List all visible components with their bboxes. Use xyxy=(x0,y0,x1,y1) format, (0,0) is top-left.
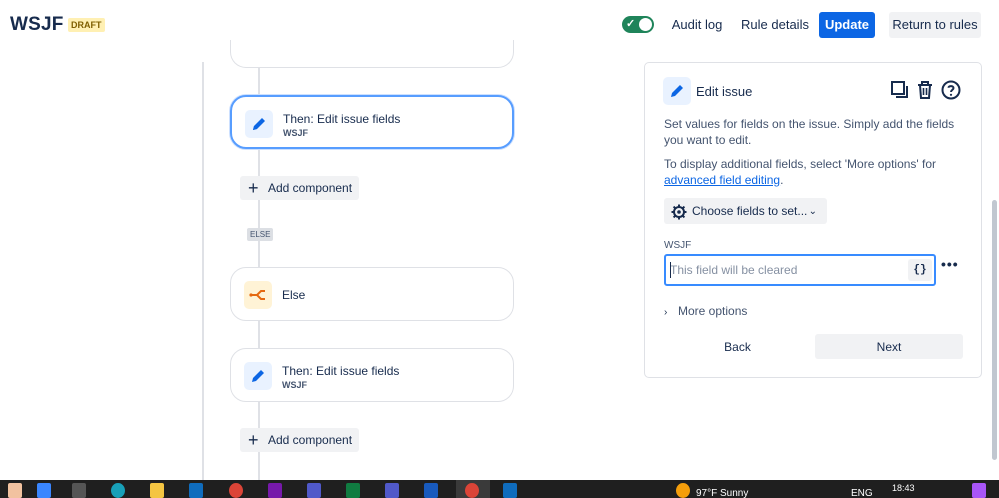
rule-title: WSJF xyxy=(10,14,64,35)
onenote-icon[interactable] xyxy=(268,483,282,498)
smart-value-button[interactable]: {} xyxy=(908,259,932,281)
component-card-edit-issue[interactable]: Then: Edit issue fields WSJF xyxy=(230,348,514,402)
card-title: Then: Edit issue fields xyxy=(282,364,400,378)
pencil-icon xyxy=(663,77,691,105)
excel-icon[interactable] xyxy=(346,483,360,498)
connector-line xyxy=(258,402,260,428)
outlook-icon[interactable] xyxy=(189,483,203,498)
task-view-icon[interactable] xyxy=(72,483,86,498)
add-component-label: Add component xyxy=(268,433,353,447)
outlook-icon[interactable] xyxy=(503,483,517,498)
teams-icon[interactable] xyxy=(385,483,399,498)
connector-line xyxy=(258,452,260,480)
card-subtitle: WSJF xyxy=(283,128,309,138)
check-icon: ✓ xyxy=(626,18,636,30)
gear-icon xyxy=(671,203,687,220)
update-button[interactable]: Update xyxy=(819,12,875,38)
widgets-icon[interactable] xyxy=(8,483,22,498)
language-indicator[interactable]: ENG xyxy=(851,488,873,498)
advanced-field-editing-link[interactable]: advanced field editing xyxy=(664,173,780,187)
field-label-wsjf: WSJF xyxy=(664,240,692,251)
text-cursor xyxy=(670,262,671,278)
next-button[interactable]: Next xyxy=(815,334,963,359)
chevron-down-icon: ⌄ xyxy=(808,206,817,217)
additional-info-suffix: . xyxy=(780,173,784,187)
weather-text: 97°F Sunny xyxy=(696,488,749,498)
draft-badge: DRAFT xyxy=(68,18,105,32)
start-icon[interactable] xyxy=(37,483,51,498)
more-options-label: More options xyxy=(678,304,748,318)
add-component-button[interactable]: + Add component xyxy=(240,428,359,452)
choose-fields-label: Choose fields to set... xyxy=(692,204,808,218)
teams-icon[interactable] xyxy=(307,483,321,498)
rule-enabled-toggle[interactable]: ✓ xyxy=(622,16,654,33)
pencil-icon xyxy=(245,110,273,138)
file-explorer-icon[interactable] xyxy=(150,483,164,498)
card-title: Else xyxy=(282,288,306,302)
plus-icon: + xyxy=(248,430,259,450)
pencil-icon xyxy=(244,362,272,390)
panel-scrollbar[interactable] xyxy=(992,200,997,460)
return-to-rules-button[interactable]: Return to rules xyxy=(889,12,981,38)
add-component-button[interactable]: + Add component xyxy=(240,176,359,200)
back-button[interactable]: Back xyxy=(664,334,811,359)
more-actions-icon[interactable]: ••• xyxy=(941,257,961,275)
copilot-icon[interactable] xyxy=(972,483,986,498)
wsjf-field-input[interactable] xyxy=(670,261,904,279)
connector-line xyxy=(258,321,260,349)
more-options-toggle[interactable]: › More options xyxy=(664,304,747,318)
choose-fields-button[interactable]: Choose fields to set... ⌄ xyxy=(664,198,827,224)
card-title: Then: Edit issue fields xyxy=(283,112,401,126)
edge-icon[interactable] xyxy=(111,483,125,498)
toggle-knob xyxy=(639,18,652,31)
panel-title: Edit issue xyxy=(696,84,753,99)
additional-info-text: To display additional fields, select 'Mo… xyxy=(664,157,937,171)
word-icon[interactable] xyxy=(424,483,438,498)
clock-time[interactable]: 18:43 xyxy=(892,483,915,493)
component-card-edit-issue[interactable]: Then: Edit issue fields WSJF xyxy=(230,95,514,149)
rule-details-button[interactable]: Rule details xyxy=(740,12,810,38)
wsjf-field-wrapper: {} xyxy=(664,254,936,286)
copy-icon[interactable] xyxy=(889,79,911,101)
connector-line xyxy=(258,68,260,96)
plus-icon: + xyxy=(248,178,259,198)
card-subtitle: WSJF xyxy=(282,380,308,390)
else-tag: ELSE xyxy=(247,228,274,241)
chevron-right-icon: › xyxy=(664,307,668,318)
chrome-icon[interactable] xyxy=(229,483,243,498)
component-card-else[interactable]: Else xyxy=(230,267,514,321)
connector-line xyxy=(258,150,260,176)
chrome-icon[interactable] xyxy=(465,483,479,498)
os-taskbar: 97°F Sunny ENG 18:43 xyxy=(0,480,999,498)
canvas-divider xyxy=(202,62,204,480)
audit-log-button[interactable]: Audit log xyxy=(666,12,728,38)
edit-issue-panel: Edit issue Set values for fields on the … xyxy=(644,62,982,378)
panel-additional-info: To display additional fields, select 'Mo… xyxy=(664,156,964,188)
trash-icon[interactable] xyxy=(914,79,936,101)
previous-component-card[interactable] xyxy=(230,40,514,68)
add-component-label: Add component xyxy=(268,181,353,195)
branch-icon xyxy=(244,281,272,309)
weather-icon[interactable] xyxy=(676,483,690,498)
help-icon[interactable] xyxy=(940,79,962,101)
panel-description: Set values for fields on the issue. Simp… xyxy=(664,117,955,147)
